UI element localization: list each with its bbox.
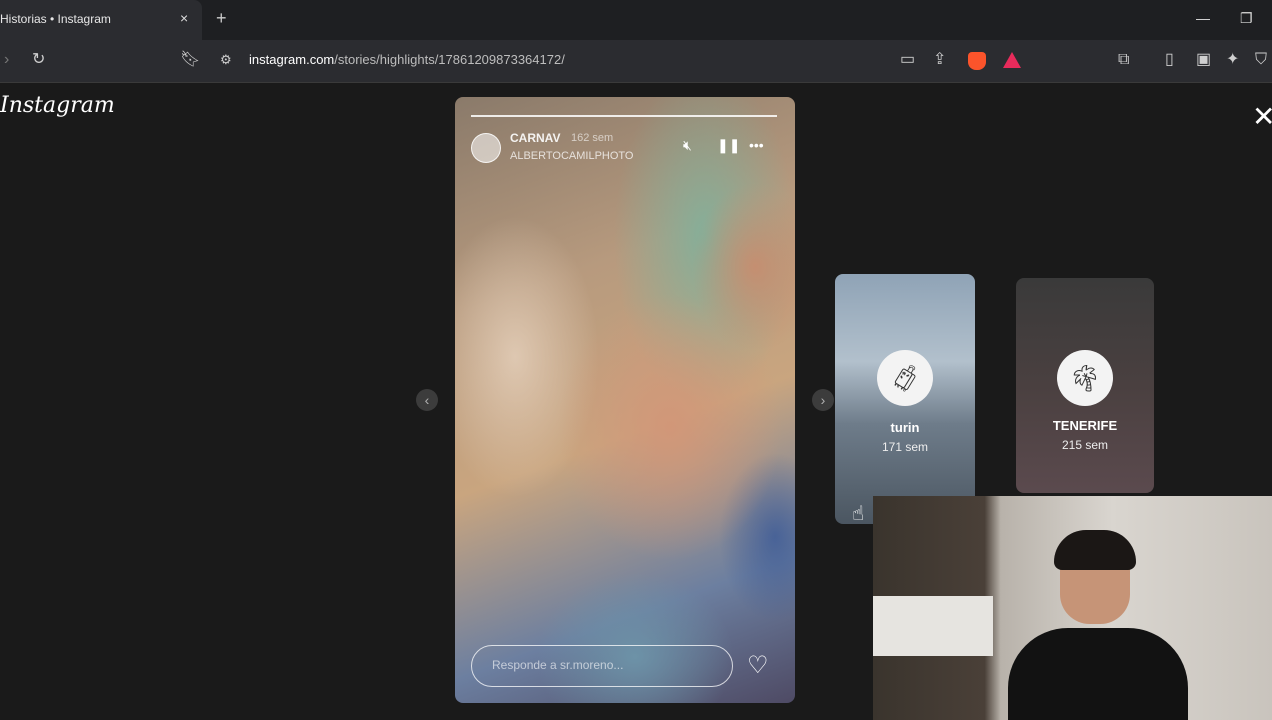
brave-rewards-icon[interactable]: [1003, 52, 1021, 68]
url-host: instagram.com: [249, 52, 335, 67]
new-tab-button[interactable]: +: [216, 8, 227, 29]
brave-shields-icon[interactable]: [968, 52, 986, 70]
reply-placeholder: Responde a sr.moreno...: [492, 658, 624, 672]
more-icon[interactable]: •••: [749, 137, 764, 153]
cast-icon[interactable]: ▭: [900, 50, 915, 70]
wallet-icon[interactable]: ▣: [1196, 50, 1211, 70]
story-progress-bar: [471, 115, 777, 117]
highlight-card-tenerife[interactable]: 🌴︎ TENERIFE 215 sem: [1016, 278, 1154, 493]
instagram-logo[interactable]: Instagram: [0, 93, 115, 118]
restore-button[interactable]: ❐: [1240, 10, 1253, 27]
pause-icon[interactable]: ❚❚: [717, 137, 740, 154]
share-icon[interactable]: ⇪: [933, 50, 946, 70]
tab-title: Historias • Instagram: [0, 12, 111, 26]
bookmark-icon[interactable]: 🔖︎: [180, 50, 200, 70]
reload-icon[interactable]: ↻: [32, 50, 45, 70]
story-frame[interactable]: CARNAV 162 sem ALBERTOCAMILPHOTO 🔇︎ ❚❚ •…: [455, 97, 795, 703]
pointer-cursor-icon: ☝︎: [852, 503, 865, 525]
highlight-time: 171 sem: [881, 440, 929, 454]
story-subtitle: ALBERTOCAMILPHOTO: [510, 150, 634, 162]
heart-icon[interactable]: ♡: [747, 651, 769, 680]
extensions-icon[interactable]: ⧉: [1118, 50, 1129, 70]
story-username[interactable]: CARNAV: [510, 131, 560, 145]
highlight-card-turin[interactable]: 🧳︎ turin 171 sem: [835, 274, 975, 524]
address-bar[interactable]: instagram.com/stories/highlights/1786120…: [249, 52, 565, 67]
close-icon[interactable]: ✕: [1252, 103, 1272, 131]
highlight-name: turin: [890, 420, 920, 435]
reply-input[interactable]: Responde a sr.moreno...: [471, 645, 733, 687]
url-path: /stories/highlights/17861209873364172/: [334, 52, 565, 67]
webcam-person: [1008, 530, 1188, 720]
highlight-time: 215 sem: [1061, 438, 1109, 452]
sidebar-icon[interactable]: ▯: [1165, 50, 1174, 70]
highlight-name: TENERIFE: [1052, 418, 1118, 433]
site-settings-icon[interactable]: ⚙: [220, 50, 232, 70]
tab-bar: Historias • Instagram × + — ❐: [0, 0, 1272, 40]
story-time: 162 sem: [571, 132, 614, 144]
palm-tree-icon: 🌴︎: [1057, 350, 1113, 406]
next-story-icon[interactable]: ›: [812, 389, 834, 411]
browser-tab[interactable]: Historias • Instagram ×: [0, 0, 202, 40]
browser-toolbar: › ↻ 🔖︎ ⚙ instagram.com/stories/highlight…: [0, 40, 1272, 83]
vpn-icon[interactable]: ⛉: [1255, 50, 1267, 70]
minimize-button[interactable]: —: [1196, 10, 1210, 26]
story-avatar[interactable]: [471, 133, 501, 163]
forward-icon[interactable]: ›: [4, 50, 9, 70]
tab-close-button[interactable]: ×: [180, 10, 188, 26]
mute-icon[interactable]: 🔇︎: [683, 137, 692, 154]
luggage-icon: 🧳︎: [877, 350, 933, 406]
leo-ai-icon[interactable]: ✦: [1226, 50, 1239, 70]
prev-story-icon[interactable]: ‹: [416, 389, 438, 411]
webcam-overlay: [873, 496, 1272, 720]
webcam-background-object: [873, 596, 993, 656]
